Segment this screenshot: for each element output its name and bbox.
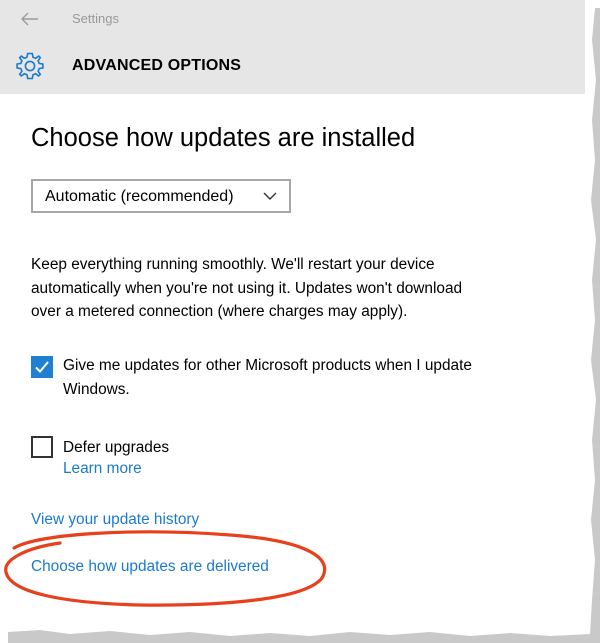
delivery-options-link[interactable]: Choose how updates are delivered — [31, 558, 269, 576]
back-button[interactable] — [18, 8, 42, 30]
other-products-label[interactable]: Give me updates for other Microsoft prod… — [63, 354, 563, 402]
page-heading: Choose how updates are installed — [31, 124, 416, 152]
option-label-line: Give me updates for other Microsoft prod… — [63, 357, 472, 374]
description-line: over a metered connection (where charges… — [31, 303, 408, 320]
header: Settings ADVANCED OPTIONS — [0, 0, 585, 94]
app-title: Settings — [72, 11, 119, 26]
settings-window: Settings ADVANCED OPTIONS Choose how upd… — [0, 0, 585, 628]
screenshot-page: Settings ADVANCED OPTIONS Choose how upd… — [0, 0, 600, 643]
gear-icon — [16, 52, 44, 80]
description-line: automatically when you're not using it. … — [31, 279, 463, 297]
learn-more-link[interactable]: Learn more — [63, 460, 142, 478]
install-mode-dropdown[interactable]: Automatic (recommended) — [31, 179, 291, 213]
dropdown-selected-value: Automatic (recommended) — [45, 188, 234, 205]
description-line: Keep everything running smoothly. We'll … — [31, 256, 435, 273]
other-products-checkbox[interactable] — [31, 356, 53, 378]
defer-upgrades-checkbox[interactable] — [31, 436, 53, 458]
defer-upgrades-label[interactable]: Defer upgrades — [63, 436, 169, 460]
update-history-link[interactable]: View your update history — [31, 511, 199, 529]
checkmark-icon — [35, 361, 49, 373]
chevron-down-icon — [263, 192, 277, 200]
option-label-line: Windows. — [63, 381, 130, 398]
arrow-left-icon — [21, 12, 38, 26]
description-text: Keep everything running smoothly. We'll … — [31, 253, 561, 324]
section-title: ADVANCED OPTIONS — [72, 57, 242, 74]
